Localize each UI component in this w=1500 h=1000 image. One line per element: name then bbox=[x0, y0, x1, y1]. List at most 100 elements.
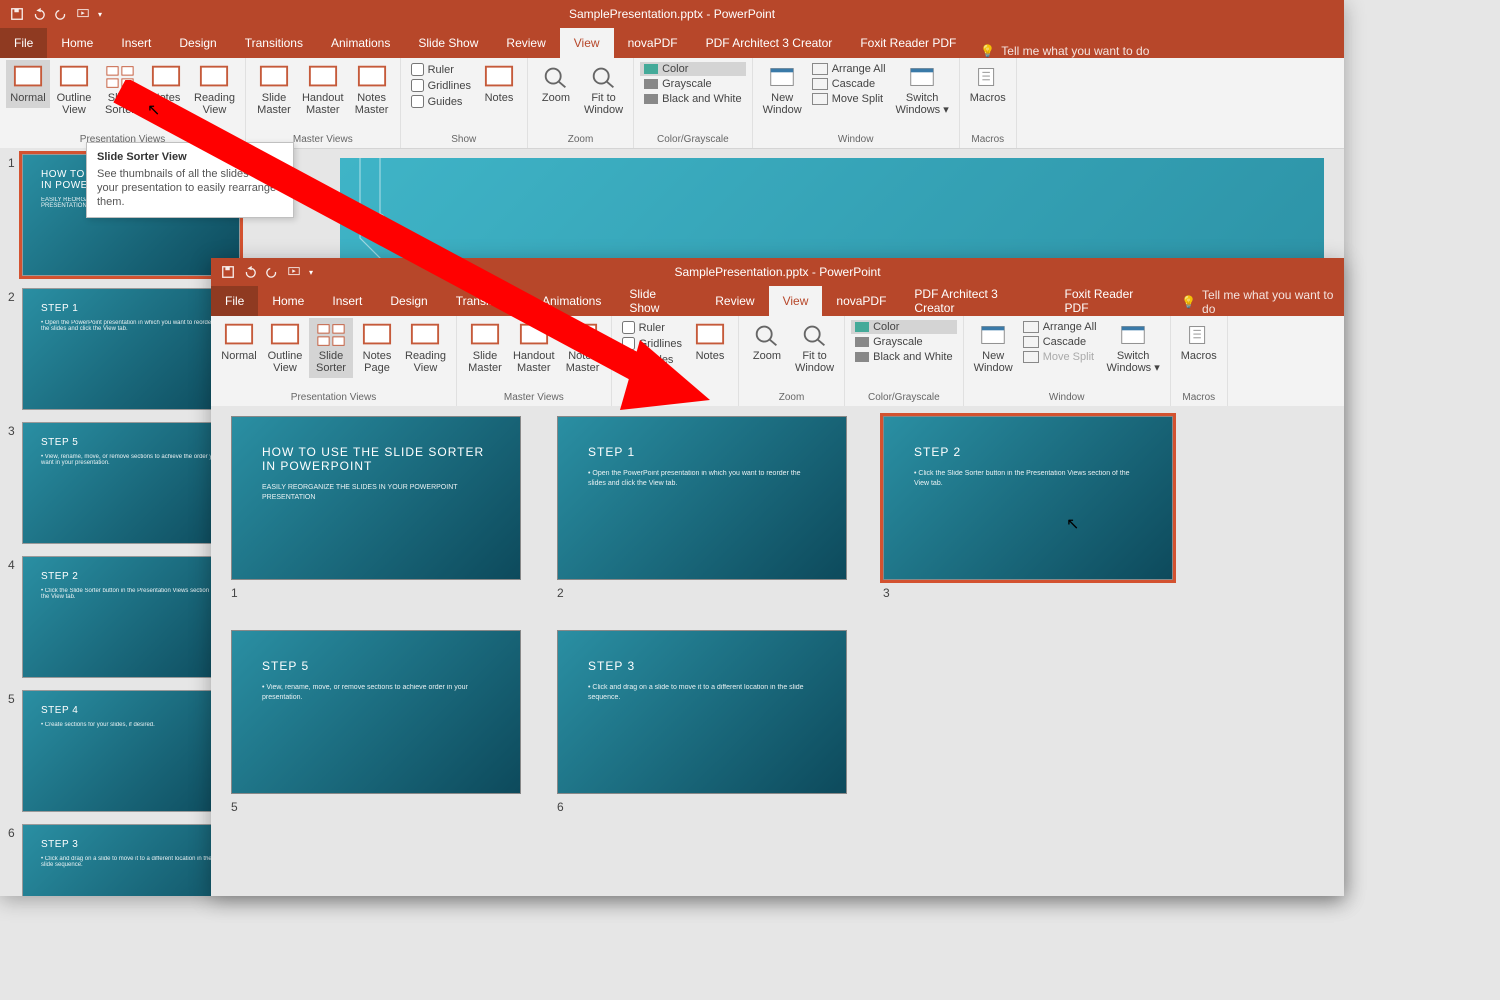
fit-to-window-button[interactable]: Fit toWindow bbox=[580, 60, 627, 120]
sorter-slide[interactable]: STEP 2• Click the Slide Sorter button in… bbox=[883, 416, 1173, 600]
cascade-button[interactable]: Cascade bbox=[1023, 335, 1097, 349]
handout-master-button[interactable]: HandoutMaster bbox=[509, 318, 559, 378]
outline-view-button[interactable]: OutlineView bbox=[52, 60, 96, 120]
tab-foxit-reader-pdf[interactable]: Foxit Reader PDF bbox=[846, 28, 970, 58]
sorter-slide[interactable]: STEP 3• Click and drag on a slide to mov… bbox=[557, 630, 847, 814]
tab-view[interactable]: View bbox=[560, 28, 614, 58]
sorter-slide[interactable]: STEP 1• Open the PowerPoint presentation… bbox=[557, 416, 847, 600]
notes-icon bbox=[695, 322, 725, 348]
tab-transitions[interactable]: Transitions bbox=[231, 28, 317, 58]
save-icon[interactable] bbox=[10, 7, 24, 21]
tab-insert[interactable]: Insert bbox=[107, 28, 165, 58]
color-button[interactable]: Color bbox=[640, 62, 745, 76]
tab-animations[interactable]: Animations bbox=[528, 286, 615, 316]
ribbon-tabs: FileHomeInsertDesignTransitionsAnimation… bbox=[0, 28, 1344, 58]
qat-more-icon[interactable]: ▾ bbox=[309, 268, 313, 277]
save-icon[interactable] bbox=[221, 265, 235, 279]
tab-foxit-reader-pdf[interactable]: Foxit Reader PDF bbox=[1051, 286, 1172, 316]
qat-more-icon[interactable]: ▾ bbox=[98, 10, 102, 19]
notes-page-button[interactable]: NotesPage bbox=[355, 318, 399, 378]
tab-insert[interactable]: Insert bbox=[318, 286, 376, 316]
switch-windows-button[interactable]: SwitchWindows ▾ bbox=[892, 60, 953, 120]
normal-button[interactable]: Normal bbox=[6, 60, 50, 108]
slide-master-button[interactable]: SlideMaster bbox=[252, 60, 296, 120]
color-button[interactable]: Color bbox=[851, 320, 956, 334]
redo-icon[interactable] bbox=[265, 265, 279, 279]
slide-sorter-area[interactable]: HOW TO USE THE SLIDE SORTER IN POWERPOIN… bbox=[211, 406, 1344, 896]
reading-view-button[interactable]: ReadingView bbox=[401, 318, 450, 378]
tab-home[interactable]: Home bbox=[47, 28, 107, 58]
move-split-button[interactable]: Move Split bbox=[812, 92, 886, 106]
tab-pdf-architect-3-creator[interactable]: PDF Architect 3 Creator bbox=[692, 28, 847, 58]
grayscale-button[interactable]: Grayscale bbox=[644, 77, 741, 91]
grayscale-button[interactable]: Grayscale bbox=[855, 335, 952, 349]
new-window-button[interactable]: NewWindow bbox=[759, 60, 806, 120]
Slide Sorter-icon bbox=[316, 322, 346, 348]
switch-windows-button[interactable]: SwitchWindows ▾ bbox=[1103, 318, 1164, 378]
slide-sorter-button[interactable]: SlideSorter bbox=[98, 60, 142, 120]
zoom-button[interactable]: Zoom bbox=[745, 318, 789, 366]
handout-master-button[interactable]: HandoutMaster bbox=[298, 60, 348, 120]
sorter-slide[interactable]: HOW TO USE THE SLIDE SORTER IN POWERPOIN… bbox=[231, 416, 521, 600]
tab-file[interactable]: File bbox=[0, 28, 47, 58]
ribbon: NormalOutlineViewSlideSorterNotesPageRea… bbox=[0, 58, 1344, 149]
Outline View-icon bbox=[59, 64, 89, 90]
tell-me-search[interactable]: 💡Tell me what you want to do bbox=[980, 44, 1149, 58]
notes-master-button[interactable]: NotesMaster bbox=[350, 60, 394, 120]
gridlines-checkbox[interactable]: Gridlines bbox=[411, 78, 471, 93]
sorter-slide[interactable]: STEP 5• View, rename, move, or remove se… bbox=[231, 630, 521, 814]
ruler-checkbox[interactable]: Ruler bbox=[411, 62, 471, 77]
new-window-button[interactable]: NewWindow bbox=[970, 318, 1017, 378]
titlebar: ▾ SamplePresentation.pptx - PowerPoint bbox=[0, 0, 1344, 28]
tab-slide-show[interactable]: Slide Show bbox=[615, 286, 701, 316]
tab-file[interactable]: File bbox=[211, 286, 258, 316]
zoom-button[interactable]: Zoom bbox=[534, 60, 578, 108]
arrange-all-button[interactable]: Arrange All bbox=[812, 62, 886, 76]
tab-review[interactable]: Review bbox=[701, 286, 768, 316]
reading-view-button[interactable]: ReadingView bbox=[190, 60, 239, 120]
tab-home[interactable]: Home bbox=[258, 286, 318, 316]
tab-view[interactable]: View bbox=[769, 286, 823, 316]
ribbon-tabs: FileHomeInsertDesignTransitionsAnimation… bbox=[211, 286, 1344, 316]
black-and-white-button[interactable]: Black and White bbox=[644, 92, 741, 106]
cascade-button[interactable]: Cascade bbox=[812, 77, 886, 91]
tab-novapdf[interactable]: novaPDF bbox=[614, 28, 692, 58]
guides-checkbox[interactable]: Guides bbox=[411, 94, 471, 109]
slide-sorter-button[interactable]: SlideSorter bbox=[309, 318, 353, 378]
start-slideshow-icon[interactable] bbox=[287, 265, 301, 279]
normal-button[interactable]: Normal bbox=[217, 318, 261, 366]
tab-slide-show[interactable]: Slide Show bbox=[404, 28, 492, 58]
macros-button[interactable]: Macros bbox=[1177, 318, 1221, 366]
black-and-white-button[interactable]: Black and White bbox=[855, 350, 952, 364]
tab-review[interactable]: Review bbox=[492, 28, 559, 58]
arrange-all-button[interactable]: Arrange All bbox=[1023, 320, 1097, 334]
lightbulb-icon: 💡 bbox=[980, 44, 995, 58]
outline-view-button[interactable]: OutlineView bbox=[263, 318, 307, 378]
window-title: SamplePresentation.pptx - PowerPoint bbox=[569, 7, 775, 21]
gridlines-checkbox[interactable]: Gridlines bbox=[622, 336, 682, 351]
notes-button[interactable]: Notes bbox=[477, 60, 521, 108]
tab-animations[interactable]: Animations bbox=[317, 28, 404, 58]
tab-design[interactable]: Design bbox=[376, 286, 441, 316]
tab-pdf-architect-3-creator[interactable]: PDF Architect 3 Creator bbox=[900, 286, 1050, 316]
tell-me-search[interactable]: 💡Tell me what you want to do bbox=[1181, 288, 1344, 316]
ruler-checkbox[interactable]: Ruler bbox=[622, 320, 682, 335]
undo-icon[interactable] bbox=[32, 7, 46, 21]
fit-to-window-button[interactable]: Fit toWindow bbox=[791, 318, 838, 378]
tab-novapdf[interactable]: novaPDF bbox=[822, 286, 900, 316]
move-split-button[interactable]: Move Split bbox=[1023, 350, 1097, 364]
tab-transitions[interactable]: Transitions bbox=[442, 286, 528, 316]
notes-button[interactable]: Notes bbox=[688, 318, 732, 366]
guides-checkbox[interactable]: Guides bbox=[622, 352, 682, 367]
Notes Master-icon bbox=[357, 64, 387, 90]
tab-design[interactable]: Design bbox=[165, 28, 230, 58]
Fit to Window-icon bbox=[589, 64, 619, 90]
macros-icon bbox=[1184, 322, 1214, 348]
slide-master-button[interactable]: SlideMaster bbox=[463, 318, 507, 378]
start-slideshow-icon[interactable] bbox=[76, 7, 90, 21]
notes-master-button[interactable]: NotesMaster bbox=[561, 318, 605, 378]
undo-icon[interactable] bbox=[243, 265, 257, 279]
window-title: SamplePresentation.pptx - PowerPoint bbox=[674, 265, 880, 279]
redo-icon[interactable] bbox=[54, 7, 68, 21]
macros-button[interactable]: Macros bbox=[966, 60, 1010, 108]
